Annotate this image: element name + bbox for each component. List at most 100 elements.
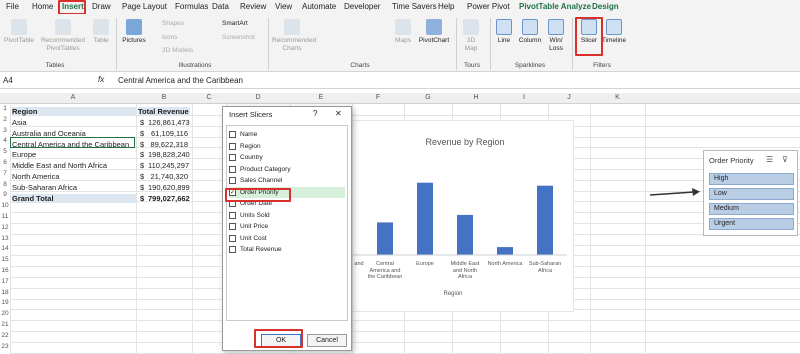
pivottable-button[interactable]: PivotTable (4, 19, 34, 45)
grand-total-value[interactable]: 799,027,662 (148, 194, 190, 203)
row-header-5[interactable]: 5 (0, 148, 10, 155)
pivot-region-cell[interactable]: Asia (12, 118, 27, 127)
pivot-revenue-cell[interactable]: 126,861,473 (148, 118, 190, 127)
pivotchart-button[interactable]: PivotChart (416, 19, 452, 45)
column-header-b[interactable]: B (136, 94, 192, 101)
tab-page-layout[interactable]: Page Layout (122, 2, 167, 11)
cancel-button[interactable]: Cancel (307, 334, 347, 347)
pictures-button[interactable]: Pictures (120, 19, 148, 45)
recommended-pivottables-button[interactable]: Recommended PivotTables (38, 19, 88, 53)
checkbox-icon[interactable] (229, 234, 236, 242)
row-header-8[interactable]: 8 (0, 181, 10, 188)
tab-file[interactable]: File (6, 2, 19, 11)
field-item-unit-cost[interactable]: Unit Cost (229, 233, 345, 244)
winloss-sparkline-button[interactable]: Win/ Loss (545, 19, 567, 53)
row-header-14[interactable]: 14 (0, 245, 10, 252)
recommended-charts-button[interactable]: Recommended Charts (272, 19, 316, 53)
smartart-button[interactable]: SmartArt (222, 20, 248, 27)
tab-developer[interactable]: Developer (344, 2, 380, 11)
line-sparkline-button[interactable]: Line (494, 19, 514, 45)
pivot-revenue-cell[interactable]: 198,828,240 (148, 150, 190, 159)
column-header-g[interactable]: G (404, 94, 452, 101)
pivot-region-cell[interactable]: Middle East and North Africa (12, 161, 107, 170)
tab-help[interactable]: Help (438, 2, 454, 11)
field-item-total-revenue[interactable]: Total Revenue (229, 244, 345, 255)
timeline-button[interactable]: Timeline (600, 19, 628, 45)
field-item-region[interactable]: Region (229, 141, 345, 152)
pivot-revenue-cell[interactable]: 89,622,318 (148, 140, 188, 149)
column-header-h[interactable]: H (452, 94, 500, 101)
help-icon[interactable]: ? (313, 109, 317, 118)
column-header-e[interactable]: E (290, 94, 352, 101)
pivot-region-cell[interactable]: Europe (12, 150, 36, 159)
column-header-f[interactable]: F (352, 94, 404, 101)
tab-data[interactable]: Data (212, 2, 229, 11)
3d-models-button[interactable]: 3D Models (162, 47, 193, 54)
pivot-revenue-cell[interactable]: 21,740,320 (148, 172, 188, 181)
slicer-item-low[interactable]: Low (709, 188, 794, 200)
revenue-chart[interactable]: Revenue by Region Region and Central Amer… (352, 120, 574, 312)
row-header-15[interactable]: 15 (0, 256, 10, 263)
checkbox-icon[interactable] (229, 177, 236, 184)
pivot-header-region[interactable]: Region (12, 107, 136, 116)
row-header-19[interactable]: 19 (0, 299, 10, 306)
row-header-11[interactable]: 11 (0, 213, 10, 220)
column-header-j[interactable]: J (548, 94, 590, 101)
table-button[interactable]: Table (90, 19, 112, 45)
checkbox-icon[interactable] (229, 246, 236, 253)
order-priority-slicer[interactable]: Order Priority ☰ ⊽ High Low Medium Urgent (703, 150, 798, 236)
row-header-4[interactable]: 4 (0, 137, 10, 144)
row-header-13[interactable]: 13 (0, 235, 10, 242)
tab-home[interactable]: Home (32, 2, 53, 11)
row-header-10[interactable]: 10 (0, 202, 10, 209)
close-icon[interactable]: ✕ (335, 109, 342, 118)
slicer-item-urgent[interactable]: Urgent (709, 218, 794, 230)
pivot-revenue-cell[interactable]: 61,109,116 (148, 129, 188, 138)
pivot-region-cell[interactable]: North America (12, 172, 60, 181)
3d-map-button[interactable]: 3D Map (460, 19, 482, 53)
pivot-revenue-cell[interactable]: 110,245,297 (148, 161, 189, 170)
checkbox-icon[interactable] (229, 223, 236, 230)
slicer-item-high[interactable]: High (709, 173, 794, 185)
pivot-region-cell[interactable]: Sub-Saharan Africa (12, 183, 77, 192)
column-header-i[interactable]: I (500, 94, 548, 101)
row-header-23[interactable]: 23 (0, 343, 10, 350)
bar-central-america-and-the-caribbean[interactable] (377, 222, 393, 255)
pivot-revenue-cell[interactable]: 190,620,899 (148, 183, 190, 192)
tab-formulas[interactable]: Formulas (175, 2, 208, 11)
row-header-3[interactable]: 3 (0, 127, 10, 134)
row-header-20[interactable]: 20 (0, 310, 10, 317)
row-header-2[interactable]: 2 (0, 116, 10, 123)
column-header-d[interactable]: D (226, 94, 290, 101)
checkbox-icon[interactable] (229, 154, 236, 161)
tab-pivottable-analyze[interactable]: PivotTable Analyze (519, 2, 591, 11)
checkbox-icon[interactable] (229, 211, 236, 219)
row-header-17[interactable]: 17 (0, 278, 10, 285)
shapes-button[interactable]: Shapes (162, 20, 184, 27)
field-item-name[interactable]: Name (229, 129, 345, 140)
checkbox-icon[interactable] (229, 131, 236, 138)
checkbox-icon[interactable] (229, 142, 236, 150)
row-header-18[interactable]: 18 (0, 289, 10, 296)
row-header-9[interactable]: 9 (0, 191, 10, 198)
pivot-header-revenue[interactable]: Total Revenue (138, 107, 190, 116)
row-header-7[interactable]: 7 (0, 170, 10, 177)
screenshot-button[interactable]: Screenshot (222, 34, 255, 41)
tab-automate[interactable]: Automate (302, 2, 336, 11)
clear-filter-icon[interactable]: ⊽ (782, 155, 788, 164)
row-header-16[interactable]: 16 (0, 267, 10, 274)
tab-time-savers[interactable]: Time Savers (392, 2, 437, 11)
field-item-unit-price[interactable]: Unit Price (229, 221, 345, 232)
bar-north-america[interactable] (497, 247, 513, 255)
name-box[interactable]: A4 (3, 76, 53, 85)
field-item-product-category[interactable]: Product Category (229, 164, 345, 175)
column-sparkline-button[interactable]: Column (517, 19, 543, 45)
row-header-6[interactable]: 6 (0, 159, 10, 166)
row-header-12[interactable]: 12 (0, 224, 10, 231)
column-header-k[interactable]: K (590, 94, 645, 101)
tab-power-pivot[interactable]: Power Pivot (467, 2, 510, 11)
slicer-item-medium[interactable]: Medium (709, 203, 794, 215)
bar-europe[interactable] (417, 182, 433, 255)
multi-select-icon[interactable]: ☰ (766, 155, 773, 164)
row-header-1[interactable]: 1 (0, 105, 10, 112)
